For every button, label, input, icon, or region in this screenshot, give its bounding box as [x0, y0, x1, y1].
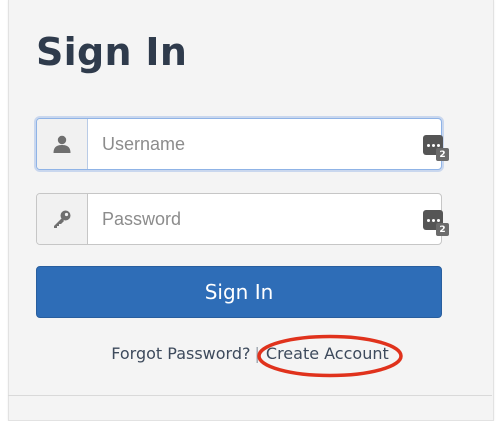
key-icon: [37, 194, 88, 244]
link-separator: |: [254, 344, 260, 363]
password-input[interactable]: [88, 194, 441, 244]
sign-in-button[interactable]: Sign In: [36, 266, 442, 318]
user-icon: [37, 119, 88, 169]
password-field[interactable]: 2: [36, 193, 449, 245]
password-manager-count: 2: [436, 223, 449, 236]
forgot-password-link[interactable]: Forgot Password?: [111, 344, 250, 363]
username-input[interactable]: [88, 119, 441, 169]
password-manager-icon[interactable]: 2: [423, 210, 449, 236]
auth-links: Forgot Password? | Create Account: [0, 344, 500, 363]
card-divider: [8, 395, 492, 396]
password-manager-count: 2: [436, 148, 449, 161]
create-account-link[interactable]: Create Account: [266, 344, 389, 363]
password-manager-icon[interactable]: 2: [423, 135, 449, 161]
username-field[interactable]: 2: [36, 118, 449, 170]
page-title: Sign In: [36, 30, 188, 74]
